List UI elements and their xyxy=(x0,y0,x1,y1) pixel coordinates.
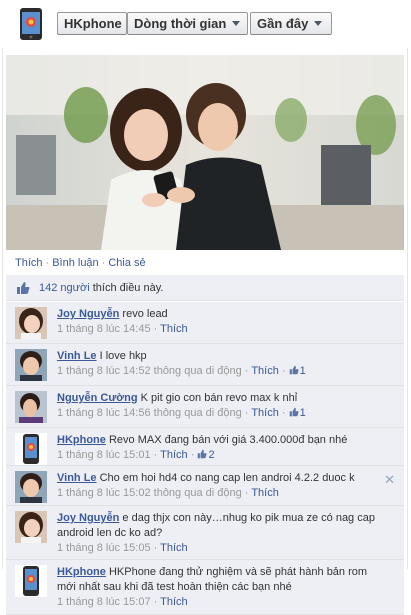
comment-like-link[interactable]: Thích xyxy=(251,487,279,499)
page-name-button[interactable]: HKphone xyxy=(57,12,127,35)
comment-meta: 1 tháng 8 lúc 15:02 thông qua di động · … xyxy=(57,487,279,499)
comment-time[interactable]: 1 tháng 8 lúc 14:56 xyxy=(57,407,151,419)
comment-item: HKphone HKPhone đang thử nghiệm và sẽ ph… xyxy=(6,560,404,615)
comment-body: HKphone HKPhone đang thử nghiệm và sẽ ph… xyxy=(57,565,387,610)
comment-time[interactable]: 1 tháng 8 lúc 14:45 xyxy=(57,323,151,335)
recent-dropdown[interactable]: Gần đây xyxy=(250,12,332,35)
avatar[interactable] xyxy=(15,471,47,503)
comment-meta: 1 tháng 8 lúc 15:05 · Thích xyxy=(57,542,188,554)
comment-like-number: 2 xyxy=(208,449,215,461)
likes-suffix: thích điều này. xyxy=(89,282,164,294)
comment-item: Vinh Le I love hkp 1 tháng 8 lúc 14:52 th… xyxy=(6,344,404,386)
commenter-name[interactable]: Joy Nguyễn xyxy=(57,308,119,320)
chevron-down-icon xyxy=(232,21,241,27)
comment-like-link[interactable]: Thích xyxy=(160,542,188,554)
likes-count-link[interactable]: 142 người xyxy=(39,282,90,294)
avatar[interactable] xyxy=(15,391,47,423)
like-link[interactable]: Thích xyxy=(15,257,43,269)
comment-like-link[interactable]: Thích xyxy=(160,596,188,608)
chevron-down-icon xyxy=(314,21,323,27)
thumbs-up-icon xyxy=(17,282,30,294)
comment-time[interactable]: 1 tháng 8 lúc 14:52 xyxy=(57,365,151,377)
comment-via: thông qua di động xyxy=(153,365,242,377)
comment-like-count[interactable]: 1 xyxy=(289,365,306,377)
separator: · xyxy=(101,257,106,269)
comment-like-count[interactable]: 2 xyxy=(197,449,215,461)
comment-meta: 1 tháng 8 lúc 15:01 · Thích · 2 xyxy=(57,449,215,461)
share-link[interactable]: Chia sẻ xyxy=(108,257,145,269)
comment-body: Vinh Le Cho em hoi hd4 co nang cap len a… xyxy=(57,471,387,501)
avatar[interactable] xyxy=(15,307,47,339)
recent-label: Gần đây xyxy=(257,16,309,31)
comment-text: Revo MAX đang bán với giá 3.400.000đ bạn… xyxy=(108,434,348,446)
comment-body: Nguyễn Cường K pit gio con bán revo max … xyxy=(57,391,387,421)
comment-item: Joy Nguyễn revo lead 1 tháng 8 lúc 14:45 … xyxy=(6,302,404,344)
avatar[interactable] xyxy=(15,565,47,597)
avatar[interactable] xyxy=(15,511,47,543)
comment-body: HKphone Revo MAX đang bán với giá 3.400.… xyxy=(57,433,387,463)
separator: · xyxy=(45,257,50,269)
avatar[interactable] xyxy=(15,433,47,465)
commenter-name[interactable]: HKphone xyxy=(57,434,106,446)
top-bar: HKphone Dòng thời gian Gần đây xyxy=(0,0,411,48)
commenter-name[interactable]: Nguyễn Cường xyxy=(57,392,138,404)
comment-meta: 1 tháng 8 lúc 14:56 thông qua di động · … xyxy=(57,407,306,419)
comment-time[interactable]: 1 tháng 8 lúc 15:01 xyxy=(57,449,151,461)
comment-meta: 1 tháng 8 lúc 14:45 · Thích xyxy=(57,323,188,335)
comment-item: Joy Nguyễn e dag thjx con này…nhug ko pi… xyxy=(6,506,404,560)
commenter-name[interactable]: Vinh Le xyxy=(57,350,97,362)
comment-body: Joy Nguyễn e dag thjx con này…nhug ko pi… xyxy=(57,511,387,556)
comment-via: thông qua di động xyxy=(153,407,242,419)
thumbs-up-icon xyxy=(289,407,299,417)
post-photo[interactable] xyxy=(6,55,404,250)
comment-item: Vinh Le Cho em hoi hd4 co nang cap len a… xyxy=(6,466,404,506)
comment-text: K pit gio con bán revo max k nhỉ xyxy=(140,392,298,404)
comment-time[interactable]: 1 tháng 8 lúc 15:07 xyxy=(57,596,151,608)
comment-item: Nguyễn Cường K pit gio con bán revo max … xyxy=(6,386,404,428)
avatar[interactable] xyxy=(15,349,47,381)
comment-body: Joy Nguyễn revo lead 1 tháng 8 lúc 14:45 … xyxy=(57,307,387,337)
comment-like-number: 1 xyxy=(299,365,306,377)
thumbs-up-icon xyxy=(198,449,208,459)
comment-like-link[interactable]: Thích xyxy=(251,365,279,377)
comment-text: revo lead xyxy=(122,308,168,320)
comment-item: HKphone Revo MAX đang bán với giá 3.400.… xyxy=(6,428,404,466)
comment-text: I love hkp xyxy=(99,350,147,362)
comment-link[interactable]: Bình luận xyxy=(52,257,98,269)
commenter-name[interactable]: Vinh Le xyxy=(57,472,97,484)
page-avatar[interactable] xyxy=(19,8,43,40)
likes-summary: 142 người thích điều này. xyxy=(6,275,404,301)
comment-meta: 1 tháng 8 lúc 15:07 · Thích xyxy=(57,596,188,608)
post-actions: Thích · Bình luận · Chia sẻ xyxy=(15,257,146,269)
comment-like-link[interactable]: Thích xyxy=(160,323,188,335)
comment-text: Cho em hoi hd4 co nang cap len androi 4.… xyxy=(99,472,355,484)
comment-meta: 1 tháng 8 lúc 14:52 thông qua di động · … xyxy=(57,365,306,377)
close-icon[interactable]: ✕ xyxy=(384,472,395,488)
commenter-name[interactable]: HKphone xyxy=(57,566,106,578)
timeline-label: Dòng thời gian xyxy=(134,16,227,31)
comment-time[interactable]: 1 tháng 8 lúc 15:02 xyxy=(57,487,151,499)
comment-like-number: 1 xyxy=(299,407,306,419)
comment-body: Vinh Le I love hkp 1 tháng 8 lúc 14:52 th… xyxy=(57,349,387,379)
post: Thích · Bình luận · Chia sẻ 142 người thích … xyxy=(2,48,408,615)
comment-like-link[interactable]: Thích xyxy=(251,407,279,419)
likes-text: 142 người thích điều này. xyxy=(39,282,163,294)
timeline-dropdown[interactable]: Dòng thời gian xyxy=(127,12,248,35)
commenter-name[interactable]: Joy Nguyễn xyxy=(57,512,119,524)
page-name-label: HKphone xyxy=(64,16,122,31)
comment-via: thông qua di động xyxy=(153,487,242,499)
thumbs-up-icon xyxy=(289,365,299,375)
comment-like-count[interactable]: 1 xyxy=(289,407,306,419)
comment-like-link[interactable]: Thích xyxy=(160,449,188,461)
comment-time[interactable]: 1 tháng 8 lúc 15:05 xyxy=(57,542,151,554)
